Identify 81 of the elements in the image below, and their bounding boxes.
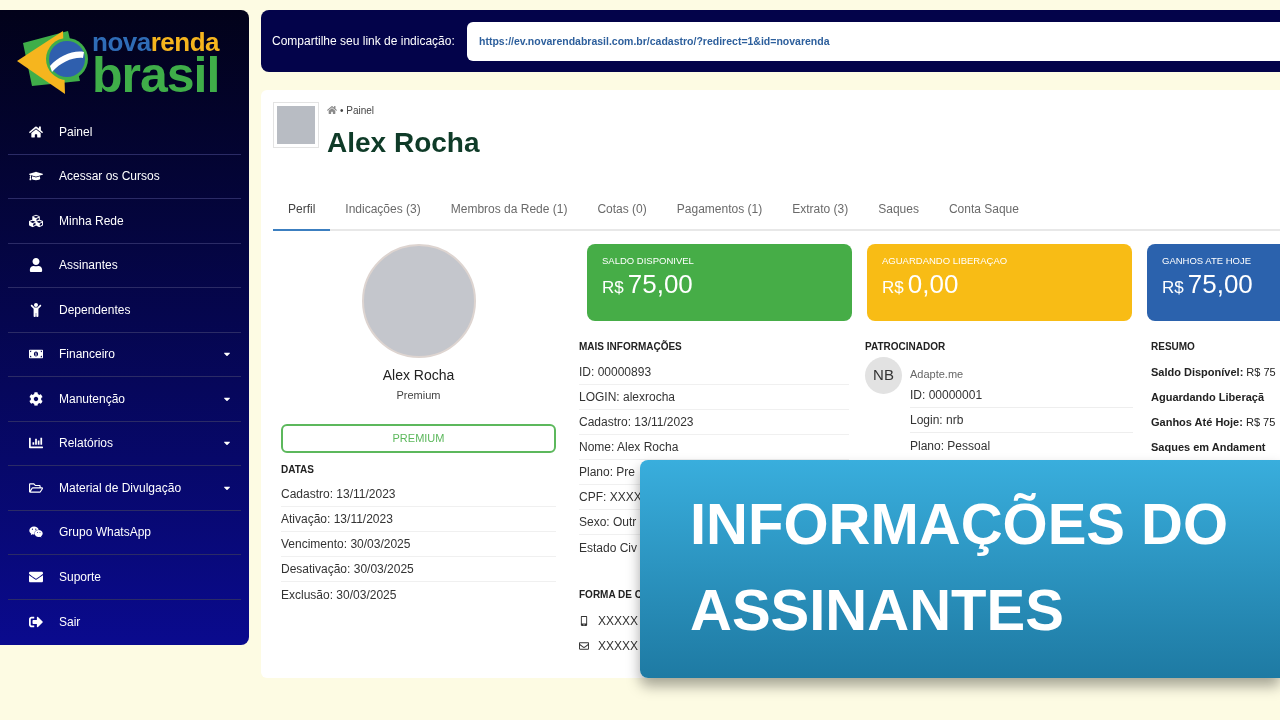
sidebar-item[interactable]: Relatórios	[8, 421, 241, 466]
logo-text: novarenda	[92, 29, 220, 55]
sidebar-item[interactable]: Manutenção	[8, 377, 241, 422]
user-icon	[29, 258, 43, 273]
chat-bubbles-icon	[29, 525, 43, 540]
section-heading: DATAS	[281, 463, 314, 476]
summary-text: Saldo Disponível: R$ 75	[1151, 365, 1276, 381]
summary-text: Saques em Andament	[1151, 440, 1266, 456]
settings-icon	[29, 391, 43, 406]
section-heading: PATROCINADOR	[865, 340, 946, 353]
date-text: Vencimento: 30/03/2025	[281, 536, 411, 553]
contact-text: XXXXX	[598, 612, 639, 630]
card-label: AGUARDANDO LIBERAÇAO	[882, 255, 1009, 267]
card-label: GANHOS ATE HOJE	[1162, 255, 1253, 267]
profile-name: Alex Rocha	[382, 366, 455, 384]
sponsor-info-text: ID: 00000001	[910, 387, 983, 404]
referral-link-field[interactable]: https://ev.novarendabrasil.com.br/cadastro/?redirect=1&id=novarenda	[467, 21, 1280, 61]
sign-out-icon	[29, 614, 43, 629]
sidebar-item[interactable]: Suporte	[8, 555, 241, 600]
tab[interactable]: Perfil	[273, 189, 331, 231]
sponsor-info-text: Login: nrb	[910, 412, 964, 429]
mobile-phone-icon	[579, 615, 589, 626]
sidebar-item[interactable]: Painel	[8, 110, 241, 155]
sponsor-name: Adapte.me	[910, 367, 964, 381]
logo-icon	[17, 28, 89, 96]
tab[interactable]: Membros da Rede (1)	[435, 189, 583, 231]
info-text: Cadastro: 13/11/2023	[579, 414, 694, 431]
banner-title: INFORMAÇÕES DO ASSINANTES	[690, 490, 1230, 644]
date-text: Exclusão: 30/03/2025	[281, 586, 397, 604]
info-text: Plano: Pre	[579, 464, 636, 481]
bar-chart-icon	[29, 436, 43, 451]
photo-placeholder	[273, 102, 319, 148]
tab[interactable]: Conta Saque	[933, 189, 1034, 231]
envelope-icon	[579, 640, 589, 651]
sidebar-item[interactable]: Assinantes	[8, 243, 241, 288]
info-text: ID: 00000893	[579, 364, 652, 381]
date-text: Desativação: 30/03/2025	[281, 561, 414, 578]
section-heading: RESUMO	[1151, 340, 1195, 353]
home-icon	[327, 105, 337, 115]
card-amount: 0,00	[907, 270, 959, 298]
card-amount: 75,00	[627, 270, 693, 298]
sidebar-item[interactable]: Grupo WhatsApp	[8, 510, 241, 555]
home-icon	[29, 124, 43, 139]
info-text: LOGIN: alexrocha	[579, 389, 676, 406]
sidebar-item[interactable]: Sair	[8, 599, 241, 644]
tab[interactable]: Cotas (0)	[582, 189, 662, 231]
card-currency: R$	[882, 277, 904, 299]
tab[interactable]: Saques	[863, 189, 934, 231]
sidebar-item[interactable]: Minha Rede	[8, 199, 241, 244]
card-label: SALDO DISPONIVEL	[602, 255, 695, 267]
folder-icon	[29, 480, 43, 495]
sidebar-item[interactable]: Dependentes	[8, 288, 241, 333]
initials-avatar: NB	[865, 357, 902, 394]
sidebar-item[interactable]: Material de Divulgação	[8, 466, 241, 511]
info-text: Sexo: Outr	[579, 514, 637, 531]
info-text: Nome: Alex Rocha	[579, 439, 679, 456]
child-icon	[29, 302, 43, 317]
card-currency: R$	[602, 277, 624, 299]
info-text: CPF: XXXX	[579, 489, 642, 506]
tab[interactable]: Indicações (3)	[330, 189, 436, 231]
section-heading: MAIS INFORMAÇÕES	[579, 340, 682, 353]
info-text: Estado Civ	[579, 539, 638, 557]
card-amount: 75,00	[1187, 270, 1253, 298]
date-text: Cadastro: 13/11/2023	[281, 486, 396, 503]
envelope-icon	[29, 569, 43, 584]
profile-plan: Premium	[396, 388, 441, 402]
logo-text: brasil	[92, 55, 220, 95]
summary-text: Ganhos Até Hoje: R$ 75	[1151, 415, 1276, 431]
tab[interactable]: Extrato (3)	[777, 189, 864, 231]
referral-label: Compartilhe seu link de indicação:	[272, 33, 455, 50]
sidebar-item[interactable]: Financeiro	[8, 332, 241, 377]
cubes-icon	[29, 213, 43, 228]
page-title: Alex Rocha	[327, 126, 480, 160]
summary-text: Aguardando Liberaçã	[1151, 390, 1265, 406]
sidebar-item[interactable]: Acessar os Cursos	[8, 154, 241, 199]
date-text: Ativação: 13/11/2023	[281, 511, 393, 528]
tab[interactable]: Pagamentos (1)	[661, 189, 778, 231]
contact-text: XXXXX	[598, 637, 639, 655]
card-currency: R$	[1162, 277, 1184, 299]
sponsor-info-text: Plano: Pessoal	[910, 437, 991, 455]
breadcrumb[interactable]: • Painel	[340, 102, 375, 118]
